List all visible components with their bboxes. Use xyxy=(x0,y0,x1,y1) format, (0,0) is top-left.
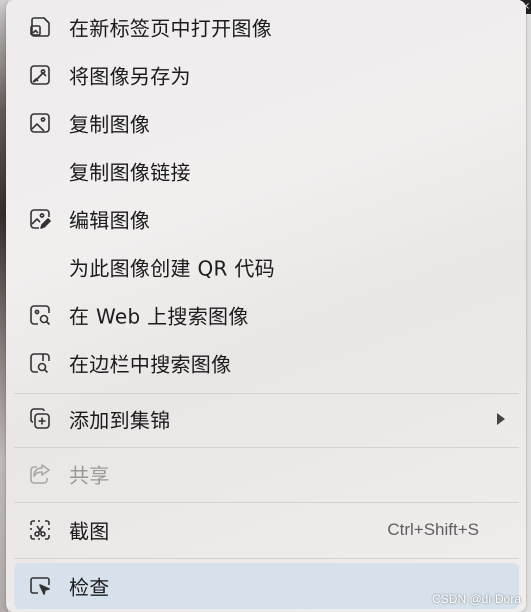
menu-item-edit-image[interactable]: 编辑图像 xyxy=(14,196,519,242)
menu-item-label: 在新标签页中打开图像 xyxy=(69,16,272,41)
inspect-icon xyxy=(28,574,52,598)
save-image-as-icon xyxy=(28,63,52,87)
menu-item-label: 添加到集锦 xyxy=(69,408,171,433)
menu-item-add-to-collections[interactable]: 添加到集锦 xyxy=(14,396,519,442)
menu-item-shortcut: Ctrl+Shift+S xyxy=(387,520,479,539)
menu-separator xyxy=(14,558,519,559)
menu-item-label: 复制图像 xyxy=(69,112,151,137)
add-to-collections-icon xyxy=(28,407,52,431)
menu-item-label: 共享 xyxy=(69,463,110,488)
menu-item-label: 截图 xyxy=(69,519,110,544)
edit-image-icon xyxy=(28,207,52,231)
menu-item-label: 在边栏中搜索图像 xyxy=(69,352,232,377)
menu-item-open-image-new-tab[interactable]: 在新标签页中打开图像 xyxy=(14,4,519,50)
menu-separator xyxy=(14,393,519,394)
menu-item-label: 复制图像链接 xyxy=(69,160,191,185)
menu-item-save-image-as[interactable]: 将图像另存为 xyxy=(14,52,519,98)
copy-image-icon xyxy=(28,111,52,135)
menu-item-search-sidebar[interactable]: 在边栏中搜索图像 xyxy=(14,340,519,386)
menu-item-copy-image[interactable]: 复制图像 xyxy=(14,100,519,146)
screenshot-icon xyxy=(28,518,52,542)
menu-separator xyxy=(14,447,519,448)
context-menu: 在新标签页中打开图像 将图像另存为 复制图像 复制图像链接 编辑图像 为此图像创… xyxy=(6,0,526,612)
chevron-right-icon xyxy=(497,413,505,425)
menu-item-copy-image-link[interactable]: 复制图像链接 xyxy=(14,148,519,194)
menu-item-label: 为此图像创建 QR 代码 xyxy=(69,256,275,281)
menu-item-screenshot[interactable]: 截图 Ctrl+Shift+S xyxy=(14,507,519,553)
menu-item-label: 将图像另存为 xyxy=(69,64,191,89)
menu-item-search-web[interactable]: 在 Web 上搜索图像 xyxy=(14,292,519,338)
open-image-new-tab-icon xyxy=(28,15,52,39)
share-icon xyxy=(28,462,52,486)
visual-search-icon xyxy=(28,303,52,327)
menu-separator xyxy=(14,502,519,503)
menu-item-create-qr-code[interactable]: 为此图像创建 QR 代码 xyxy=(14,244,519,290)
menu-item-label: 编辑图像 xyxy=(69,208,151,233)
sidebar-search-icon xyxy=(28,351,52,375)
menu-item-share[interactable]: 共享 xyxy=(14,451,519,497)
menu-item-label: 检查 xyxy=(69,575,110,600)
menu-item-label: 在 Web 上搜索图像 xyxy=(69,304,249,329)
watermark: CSDN @di-Dora xyxy=(432,592,521,606)
